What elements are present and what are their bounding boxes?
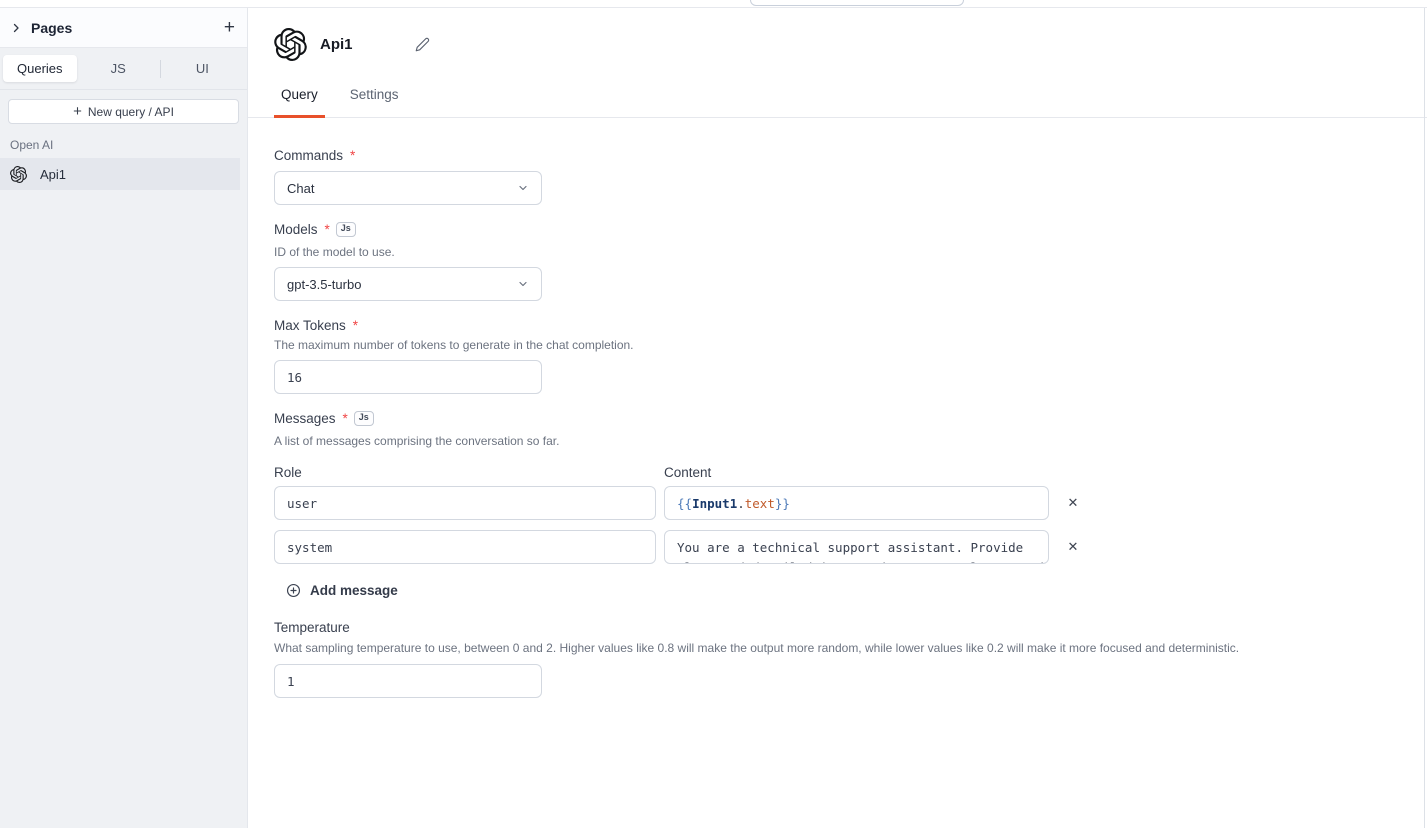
models-select-value: gpt-3.5-turbo	[287, 277, 361, 292]
content-input[interactable]: You are a technical support assistant. P…	[664, 530, 1049, 564]
tab-settings[interactable]: Settings	[343, 87, 406, 117]
new-query-button-label: New query / API	[88, 105, 174, 119]
role-input[interactable]: user	[274, 486, 656, 520]
role-input[interactable]: system	[274, 530, 656, 564]
add-page-button[interactable]: +	[224, 18, 235, 37]
sidebar-tab-bar: Queries JS UI	[0, 48, 247, 90]
query-editor-panel: Api1 Query Settings Commands * Chat Model…	[248, 8, 1427, 828]
add-message-label: Add message	[310, 583, 398, 598]
add-message-button[interactable]: Add message	[286, 583, 398, 598]
temperature-description: What sampling temperature to use, betwee…	[274, 641, 1401, 655]
chevron-down-icon	[517, 182, 529, 194]
datasource-section-label: Open AI	[10, 138, 247, 152]
message-row: user {{Input1.text}} ✕	[274, 486, 1401, 520]
panel-right-border	[1424, 8, 1425, 828]
token-close-brace: }}	[775, 496, 790, 511]
required-asterisk: *	[343, 411, 348, 426]
tab-js[interactable]: JS	[77, 61, 160, 76]
plus-circle-icon	[286, 583, 301, 598]
token-dot: .	[737, 496, 745, 511]
js-badge: Js	[354, 411, 374, 426]
remove-message-button[interactable]: ✕	[1064, 494, 1082, 512]
openai-logo-icon	[274, 28, 307, 61]
content-line-1: You are a technical support assistant. P…	[677, 538, 1036, 558]
sidebar-item-api1[interactable]: Api1	[0, 158, 240, 190]
tab-queries[interactable]: Queries	[3, 55, 77, 82]
new-query-button[interactable]: + New query / API	[8, 99, 239, 124]
token-object: Input1	[692, 496, 737, 511]
messages-description: A list of messages comprising the conver…	[274, 434, 1401, 448]
canvas-size-dropdown-partial[interactable]	[750, 0, 964, 6]
content-line-2: clear and detailed instructions to resol…	[677, 558, 1036, 564]
content-column-header: Content	[664, 465, 711, 480]
models-select[interactable]: gpt-3.5-turbo	[274, 267, 542, 301]
token-open-brace: {{	[677, 496, 692, 511]
chevron-down-icon	[517, 278, 529, 290]
query-form: Commands * Chat Models * Js ID of the mode…	[248, 148, 1427, 698]
temperature-input[interactable]	[274, 664, 542, 698]
models-description: ID of the model to use.	[274, 245, 1401, 259]
query-tab-bar: Query Settings	[248, 87, 1427, 118]
role-value: user	[287, 496, 317, 511]
plus-icon: +	[73, 104, 82, 119]
query-title: Api1	[320, 36, 353, 53]
query-header: Api1	[274, 28, 1427, 61]
temperature-label: Temperature	[274, 620, 350, 635]
messages-label: Messages	[274, 411, 336, 426]
token-property: text	[745, 496, 775, 511]
js-badge: Js	[336, 222, 356, 237]
models-label: Models	[274, 222, 318, 237]
edit-pencil-icon[interactable]	[415, 37, 430, 52]
pages-header: Pages +	[0, 8, 247, 48]
commands-label: Commands	[274, 148, 343, 163]
max-tokens-input[interactable]	[274, 360, 542, 394]
tab-query[interactable]: Query	[274, 87, 325, 117]
messages-column-headers: Role Content	[274, 465, 1401, 480]
role-value: system	[287, 540, 332, 555]
tab-ui[interactable]: UI	[161, 61, 244, 76]
remove-message-button[interactable]: ✕	[1064, 538, 1082, 556]
chevron-right-icon[interactable]	[10, 22, 22, 34]
max-tokens-description: The maximum number of tokens to generate…	[274, 338, 1401, 352]
left-sidebar: Pages + Queries JS UI + New query / API …	[0, 8, 248, 828]
pages-title: Pages	[31, 20, 72, 36]
top-divider-strip	[0, 0, 1427, 8]
max-tokens-label: Max Tokens	[274, 318, 346, 333]
message-row: system You are a technical support assis…	[274, 530, 1401, 564]
required-asterisk: *	[353, 318, 358, 333]
openai-logo-icon	[10, 166, 27, 183]
content-input[interactable]: {{Input1.text}}	[664, 486, 1049, 520]
role-column-header: Role	[274, 465, 664, 480]
required-asterisk: *	[350, 148, 355, 163]
sidebar-item-label: Api1	[40, 167, 66, 182]
required-asterisk: *	[325, 222, 330, 237]
commands-select-value: Chat	[287, 181, 314, 196]
commands-select[interactable]: Chat	[274, 171, 542, 205]
